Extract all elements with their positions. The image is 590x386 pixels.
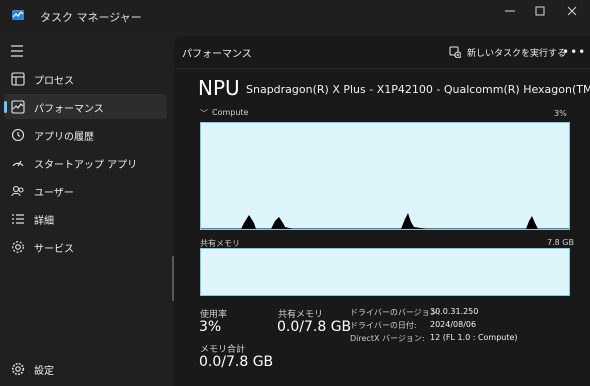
device-name: Snapdragon(R) X Plus - X1P42100 - Qualco… — [246, 83, 590, 96]
active-indicator — [4, 101, 7, 113]
maximize-button[interactable] — [524, 0, 556, 22]
sidebar-item-label: ユーザー — [34, 188, 74, 199]
sidebar: プロセス パフォーマンス アプリの履歴 スタートアップ アプリ ユーザー 詳細 … — [0, 32, 173, 386]
sidebar-item-processes[interactable]: プロセス — [4, 66, 167, 91]
maximize-icon — [535, 6, 545, 16]
main-panel: パフォーマンス 新しいタスクを実行する ••• NPU Snapdragon(R… — [174, 36, 590, 386]
device-type-title: NPU — [198, 76, 240, 100]
memory-total-value: 0.0/7.8 GB — [199, 354, 274, 370]
new-task-icon — [449, 46, 461, 58]
title-bar: タスク マネージャー — [0, 0, 590, 32]
compute-graph-label: Compute — [212, 108, 249, 117]
driver-date-value: 2024/08/06 — [430, 320, 477, 329]
directx-version-key: DirectX バージョン: — [350, 334, 425, 343]
page-header: パフォーマンス 新しいタスクを実行する ••• — [174, 36, 590, 69]
sidebar-item-services[interactable]: サービス — [4, 234, 167, 259]
sidebar-item-label: パフォーマンス — [34, 104, 104, 115]
run-new-task-button[interactable]: 新しいタスクを実行する — [449, 42, 566, 62]
task-manager-app-icon — [12, 10, 24, 20]
sidebar-item-label: アプリの履歴 — [34, 132, 94, 143]
users-icon — [11, 185, 24, 197]
sidebar-item-label: サービス — [34, 244, 74, 255]
sidebar-item-settings[interactable]: 設定 — [0, 357, 173, 381]
compute-graph — [200, 122, 570, 230]
close-icon — [567, 6, 577, 16]
compute-graph-max-label: 3% — [554, 109, 567, 118]
shared-memory-graph — [200, 248, 570, 296]
sidebar-item-label: 設定 — [34, 366, 54, 377]
directx-version-value: 12 (FL 1.0 : Compute) — [430, 333, 518, 342]
sidebar-item-label: プロセス — [34, 76, 74, 87]
shared-memory-graph-max-label: 7.8 GB — [547, 238, 574, 247]
sidebar-item-app-history[interactable]: アプリの履歴 — [4, 122, 167, 147]
sidebar-item-performance[interactable]: パフォーマンス — [4, 94, 167, 119]
driver-version-key: ドライバーのバージョン: — [350, 308, 441, 317]
window-title: タスク マネージャー — [40, 11, 142, 24]
task-manager-window: タスク マネージャー プロセス パフォーマンス アプリの履歴 スタートアップ ア… — [0, 0, 590, 386]
sidebar-item-details[interactable]: 詳細 — [4, 206, 167, 231]
gear-icon — [11, 362, 25, 376]
minimize-button[interactable] — [494, 0, 526, 22]
sidebar-item-label: スタートアップ アプリ — [34, 160, 138, 171]
performance-icon — [11, 100, 25, 114]
details-icon — [12, 214, 24, 224]
shared-memory-value: 0.0/7.8 GB — [277, 319, 352, 335]
hamburger-icon[interactable] — [11, 45, 25, 57]
sidebar-item-users[interactable]: ユーザー — [4, 178, 167, 203]
sidebar-item-label: 詳細 — [34, 216, 54, 227]
processes-icon — [11, 72, 25, 86]
minimize-icon — [505, 10, 515, 12]
compute-graph-chevron-icon[interactable]: ﹀ — [200, 108, 208, 119]
driver-date-key: ドライバーの日付: — [350, 321, 417, 330]
startup-icon — [12, 160, 24, 167]
compute-usage-line — [201, 213, 569, 229]
more-options-button[interactable]: ••• — [562, 45, 586, 59]
sidebar-item-startup-apps[interactable]: スタートアップ アプリ — [4, 150, 167, 175]
page-title: パフォーマンス — [182, 49, 252, 60]
run-new-task-label: 新しいタスクを実行する — [467, 48, 567, 59]
history-icon — [11, 128, 25, 142]
usage-value: 3% — [199, 319, 222, 335]
driver-version-value: 30.0.31.250 — [430, 307, 479, 316]
close-button[interactable] — [556, 0, 588, 22]
services-icon — [12, 241, 24, 253]
